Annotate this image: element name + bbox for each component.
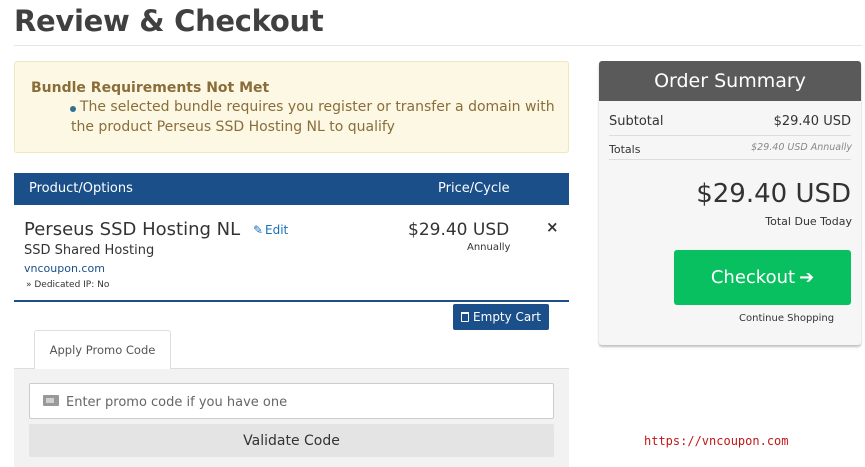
arrow-right-icon: ➔ <box>799 267 815 288</box>
edit-link[interactable]: ✎ Edit <box>253 223 288 237</box>
cart-item-row: Perseus SSD Hosting NL ✎ Edit SSD Shared … <box>14 205 569 302</box>
checkout-label: Checkout <box>710 267 796 288</box>
page-title: Review & Checkout <box>14 4 324 38</box>
alert-message-line-2: the product Perseus SSD Hosting NL to qu… <box>71 119 395 135</box>
promo-input-group <box>29 383 554 419</box>
tab-apply-promo-code[interactable]: Apply Promo Code <box>34 330 171 369</box>
subtotal-value: $29.40 USD <box>773 114 851 129</box>
grand-total: $29.40 USD <box>696 179 851 209</box>
checkout-button[interactable]: Checkout ➔ <box>674 250 851 305</box>
pencil-icon: ✎ <box>253 223 264 237</box>
totals-label: Totals <box>609 143 641 156</box>
trash-icon <box>461 312 470 322</box>
product-group: SSD Shared Hosting <box>24 243 155 258</box>
watermark-url: https://vncoupon.com <box>644 434 789 448</box>
alert-message-line-1: The selected bundle requires you registe… <box>71 99 555 115</box>
empty-cart-label: Empty Cart <box>473 310 541 324</box>
promo-code-input[interactable] <box>66 392 546 412</box>
remove-item-close-icon[interactable]: × <box>546 218 559 236</box>
continue-shopping-link[interactable]: Continue Shopping <box>739 313 834 324</box>
product-option: » Dedicated IP: No <box>26 280 110 290</box>
ticket-icon <box>43 395 59 406</box>
bundle-alert: Bundle Requirements Not Met The selected… <box>14 61 569 153</box>
edit-label: Edit <box>265 223 289 237</box>
total-due-label: Total Due Today <box>765 215 852 228</box>
subtotal-label: Subtotal <box>609 114 664 129</box>
alert-message-text-1: The selected bundle requires you registe… <box>79 99 555 115</box>
header-product: Product/Options <box>29 181 133 196</box>
item-price: $29.40 USD <box>408 220 510 240</box>
summary-divider-2 <box>609 159 851 160</box>
summary-divider <box>609 135 851 136</box>
cart-table-header: Product/Options Price/Cycle <box>14 173 569 205</box>
item-cycle: Annually <box>467 242 511 253</box>
empty-cart-button[interactable]: Empty Cart <box>453 304 549 330</box>
validate-code-button[interactable]: Validate Code <box>29 424 554 457</box>
order-summary-panel: Order Summary Subtotal $29.40 USD Totals… <box>599 61 861 345</box>
product-domain: vncoupon.com <box>24 262 105 275</box>
order-summary-title: Order Summary <box>599 61 861 101</box>
title-divider <box>14 45 862 46</box>
header-price: Price/Cycle <box>438 181 510 196</box>
alert-title: Bundle Requirements Not Met <box>31 80 270 96</box>
product-name: Perseus SSD Hosting NL <box>24 219 241 240</box>
totals-value: $29.40 USD Annually <box>751 142 852 153</box>
